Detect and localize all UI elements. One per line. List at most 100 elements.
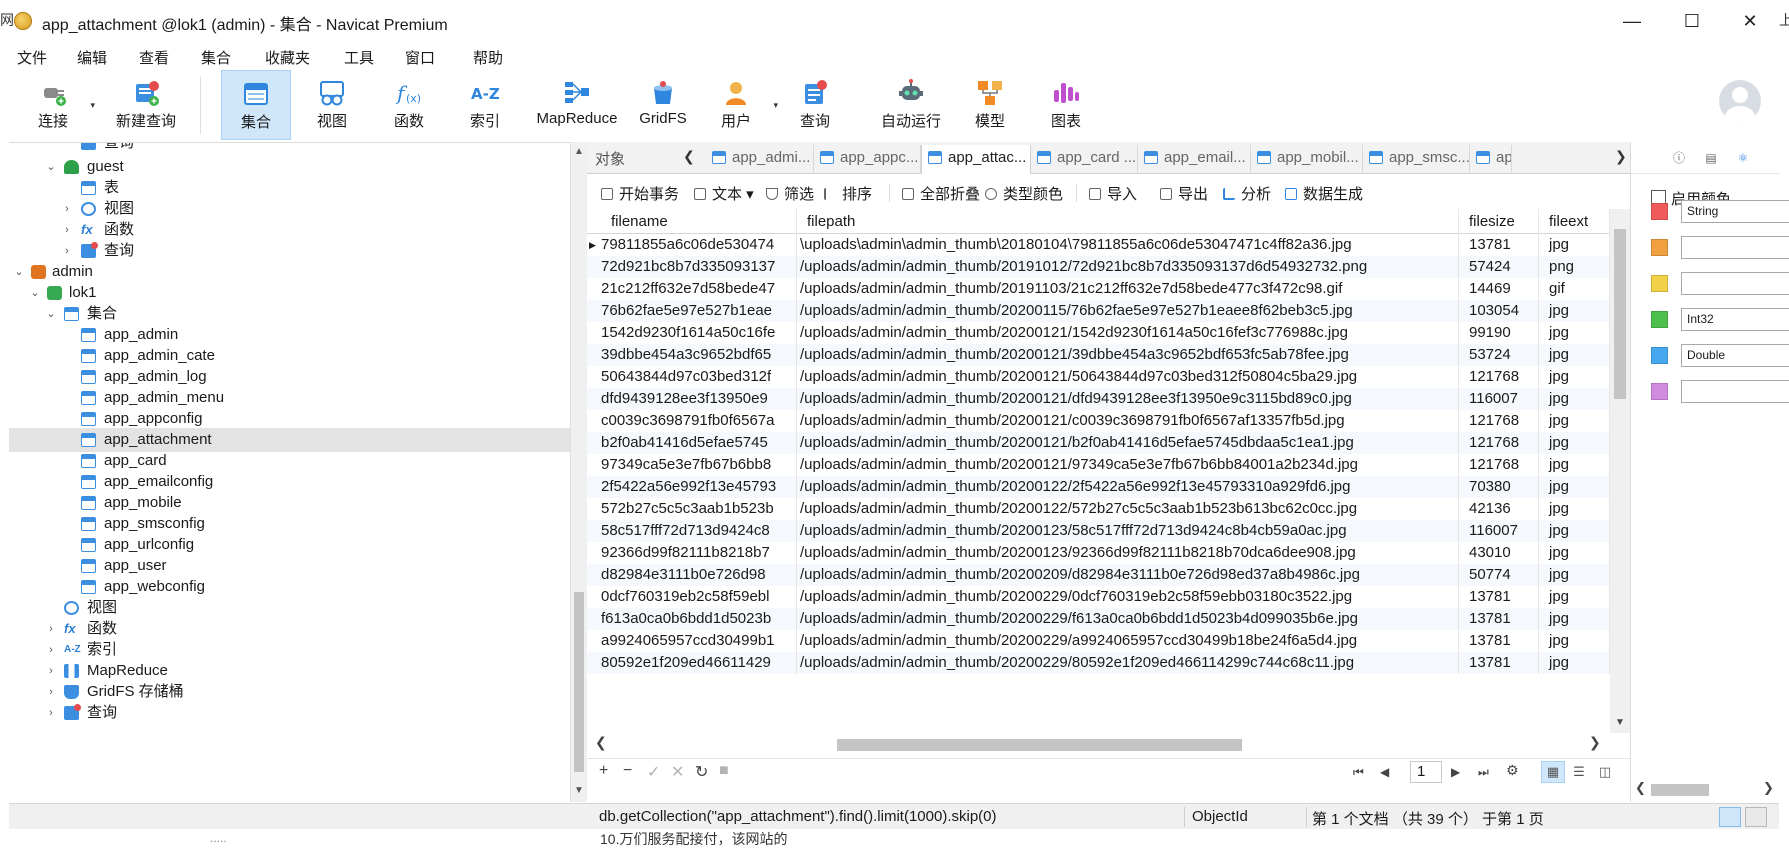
scrollbar-thumb[interactable]	[574, 592, 584, 772]
cell-fileext[interactable]: jpg	[1539, 652, 1610, 674]
scroll-up-icon[interactable]: ▲	[574, 146, 584, 157]
color-palette-icon[interactable]: ⚛	[1735, 150, 1751, 166]
scrollbar-thumb[interactable]	[1614, 229, 1626, 399]
toolbar-automation-button[interactable]: 自动运行	[871, 70, 951, 140]
cell-filename[interactable]: 80592e1f209ed46611429	[587, 652, 797, 674]
cell-fileext[interactable]: jpg	[1539, 542, 1610, 564]
menu-file[interactable]: 文件	[17, 47, 47, 68]
cell-filename[interactable]: 39dbbe454a3c9652bdf65	[587, 344, 797, 366]
tree-view-icon[interactable]: ☰	[1567, 761, 1591, 783]
cell-fileext[interactable]: jpg	[1539, 630, 1610, 652]
page-number-input[interactable]: 1	[1410, 761, 1442, 783]
cell-filepath[interactable]: \uploads\admin\admin_thumb\20180104\7981…	[797, 234, 1459, 256]
table-row[interactable]: 76b62fae5e97e527b1eae/uploads/admin/admi…	[587, 300, 1610, 322]
type-select[interactable]: Int32	[1681, 308, 1789, 331]
type-select[interactable]	[1681, 380, 1789, 403]
cell-filesize[interactable]: 43010	[1459, 542, 1539, 564]
cell-filesize[interactable]: 42136	[1459, 498, 1539, 520]
cell-fileext[interactable]: jpg	[1539, 608, 1610, 630]
panel-horizontal-scrollbar[interactable]: ❮ ❯	[1631, 778, 1780, 800]
toolbar-query-button[interactable]: 查询	[785, 70, 845, 140]
first-page-icon[interactable]: ⏮	[1353, 765, 1364, 780]
table-row[interactable]: 0dcf760319eb2c58f59ebl/uploads/admin/adm…	[587, 586, 1610, 608]
cell-filepath[interactable]: /uploads/admin/admin_thumb/20200121/5064…	[797, 366, 1459, 388]
cell-filepath[interactable]: /uploads/admin/admin_thumb/20200121/dfd9…	[797, 388, 1459, 410]
cell-filepath[interactable]: /uploads/admin/admin_thumb/20191103/21c2…	[797, 278, 1459, 300]
cell-filesize[interactable]: 121768	[1459, 432, 1539, 454]
table-row[interactable]: a9924065957ccd30499b1/uploads/admin/admi…	[587, 630, 1610, 652]
scroll-down-icon[interactable]: ▼	[1615, 717, 1625, 728]
scrollbar-thumb[interactable]	[1651, 784, 1709, 796]
column-header-filepath[interactable]: filepath	[797, 209, 1459, 234]
cell-fileext[interactable]: jpg	[1539, 498, 1610, 520]
cell-filesize[interactable]: 116007	[1459, 388, 1539, 410]
cell-filename[interactable]: dfd9439128ee3f13950e9	[587, 388, 797, 410]
cell-filepath[interactable]: /uploads/admin/admin_thumb/20200121/39db…	[797, 344, 1459, 366]
cell-filename[interactable]: 92366d99f82111b8218b7	[587, 542, 797, 564]
cell-filename[interactable]: 58c517fff72d713d9424c8	[587, 520, 797, 542]
cell-filesize[interactable]: 116007	[1459, 520, 1539, 542]
tab-app-smsconfig[interactable]: app_smsc...	[1363, 145, 1470, 174]
tab-app-appconfig[interactable]: app_appc...	[814, 145, 921, 174]
discard-icon[interactable]: ✕	[671, 762, 684, 782]
type-select[interactable]	[1681, 272, 1789, 295]
collapse-all-button[interactable]: 全部折叠	[902, 183, 980, 204]
table-row[interactable]: b2f0ab41416d5efae5745/uploads/admin/admi…	[587, 432, 1610, 454]
cell-filepath[interactable]: /uploads/admin/admin_thumb/20200115/76b6…	[797, 300, 1459, 322]
cell-filesize[interactable]: 70380	[1459, 476, 1539, 498]
color-swatch[interactable]	[1651, 383, 1668, 400]
grid-horizontal-scrollbar[interactable]: ❮ ❯	[587, 733, 1610, 755]
cell-filesize[interactable]: 53724	[1459, 344, 1539, 366]
toggle-right-panel-button[interactable]	[1745, 807, 1767, 827]
type-color-button[interactable]: 类型颜色	[985, 183, 1063, 204]
analyze-button[interactable]: 分析	[1223, 183, 1271, 204]
cell-filepath[interactable]: /uploads/admin/admin_thumb/20200229/0dcf…	[797, 586, 1459, 608]
toolbar-gridfs-button[interactable]: GridFS	[633, 70, 693, 140]
cell-fileext[interactable]: jpg	[1539, 388, 1610, 410]
scrollbar-thumb[interactable]	[837, 739, 1242, 751]
table-row[interactable]: 21c212ff632e7d58bede47/uploads/admin/adm…	[587, 278, 1610, 300]
cell-filename[interactable]: 97349ca5e3e7fb67b6bb8	[587, 454, 797, 476]
menu-help[interactable]: 帮助	[473, 47, 503, 68]
add-record-icon[interactable]: +	[599, 762, 608, 780]
scroll-left-icon[interactable]: ❮	[595, 734, 607, 751]
cell-filename[interactable]: a9924065957ccd30499b1	[587, 630, 797, 652]
toolbar-connect-button[interactable]: 连接 ▾	[23, 70, 95, 140]
cell-filename[interactable]: 1542d9230f1614a50c16fe	[587, 322, 797, 344]
stop-icon[interactable]: ■	[719, 762, 729, 780]
tree-item-query-partial[interactable]: 查询	[9, 143, 570, 155]
settings-gear-icon[interactable]: ⚙	[1506, 762, 1519, 779]
cell-filename[interactable]: 572b27c5c5c3aab1b523b	[587, 498, 797, 520]
cell-filepath[interactable]: /uploads/admin/admin_thumb/20200209/d829…	[797, 564, 1459, 586]
column-header-filesize[interactable]: filesize	[1459, 209, 1539, 234]
cell-filesize[interactable]: 103054	[1459, 300, 1539, 322]
last-page-icon[interactable]: ⏭	[1478, 765, 1489, 780]
ddl-icon[interactable]: ▤	[1703, 150, 1719, 166]
tab-app-emailconfig[interactable]: app_email...	[1138, 145, 1251, 174]
cell-fileext[interactable]: jpg	[1539, 454, 1610, 476]
toolbar-chart-button[interactable]: 图表	[1036, 70, 1096, 140]
menu-view[interactable]: 查看	[139, 47, 169, 68]
menu-edit[interactable]: 编辑	[77, 47, 107, 68]
data-generation-button[interactable]: 数据生成	[1285, 183, 1363, 204]
user-avatar[interactable]	[1719, 80, 1761, 122]
cell-fileext[interactable]: jpg	[1539, 410, 1610, 432]
table-row[interactable]: 2f5422a56e992f13e45793/uploads/admin/adm…	[587, 476, 1610, 498]
cell-fileext[interactable]: jpg	[1539, 344, 1610, 366]
cell-filepath[interactable]: /uploads/admin/admin_thumb/20191012/72d9…	[797, 256, 1459, 278]
cell-filepath[interactable]: /uploads/admin/admin_thumb/20200122/2f54…	[797, 476, 1459, 498]
text-button[interactable]: 文本 ▾	[694, 183, 754, 204]
toolbar-view-button[interactable]: 视图	[302, 70, 362, 140]
cell-filename[interactable]: d82984e3111b0e726d98	[587, 564, 797, 586]
cell-fileext[interactable]: jpg	[1539, 432, 1610, 454]
toolbar-new-query-button[interactable]: 新建查询	[105, 70, 187, 140]
cell-filesize[interactable]: 13781	[1459, 630, 1539, 652]
cell-filepath[interactable]: /uploads/admin/admin_thumb/20200121/c003…	[797, 410, 1459, 432]
table-row[interactable]: d82984e3111b0e726d98/uploads/admin/admin…	[587, 564, 1610, 586]
menu-tools[interactable]: 工具	[344, 47, 374, 68]
table-row[interactable]: 92366d99f82111b8218b7/uploads/admin/admi…	[587, 542, 1610, 564]
cell-filename[interactable]: 50643844d97c03bed312f	[587, 366, 797, 388]
table-row[interactable]: 1542d9230f1614a50c16fe/uploads/admin/adm…	[587, 322, 1610, 344]
tree-item-lok1-queries[interactable]: › 查询	[9, 701, 570, 725]
cell-fileext[interactable]: jpg	[1539, 322, 1610, 344]
